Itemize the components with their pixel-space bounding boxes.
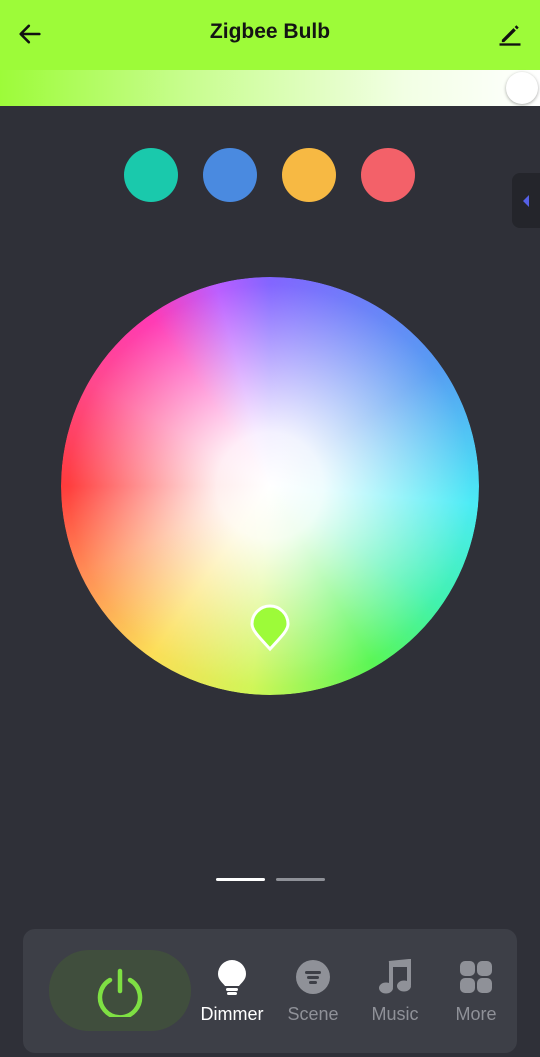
caret-left-icon [523,194,529,207]
preset-color-swatch-teal[interactable] [124,148,178,202]
page-title: Zigbee Bulb [209,20,331,43]
bottom-nav-bar: Dimmer Scene Music More [23,929,517,1053]
power-icon [97,968,143,1017]
nav-label-music: Music [371,1004,419,1024]
power-button[interactable] [49,950,191,1031]
music-note-icon [375,957,415,997]
nav-item-music[interactable]: Music [357,957,433,1029]
brightness-slider[interactable] [0,70,540,106]
grid-icon [456,957,496,997]
bulb-icon [212,957,252,997]
side-panel-toggle[interactable] [512,173,540,228]
page-indicator-inactive [276,878,325,881]
header-bar: Zigbee Bulb [0,0,540,70]
page-indicator-active [216,878,265,881]
preset-color-swatch-yellow[interactable] [282,148,336,202]
nav-label-dimmer: Dimmer [200,1004,264,1024]
nav-item-dimmer[interactable]: Dimmer [194,957,270,1029]
edit-button[interactable] [490,14,530,54]
brightness-slider-thumb[interactable] [506,72,538,104]
nav-label-more: More [455,1004,497,1024]
scene-icon [293,957,333,997]
preset-color-swatch-red[interactable] [361,148,415,202]
color-picker-handle[interactable] [249,604,291,652]
preset-color-swatch-blue[interactable] [203,148,257,202]
nav-item-scene[interactable]: Scene [275,957,351,1029]
nav-label-scene: Scene [287,1004,339,1024]
nav-item-more[interactable]: More [438,957,514,1029]
pencil-icon [499,25,521,46]
